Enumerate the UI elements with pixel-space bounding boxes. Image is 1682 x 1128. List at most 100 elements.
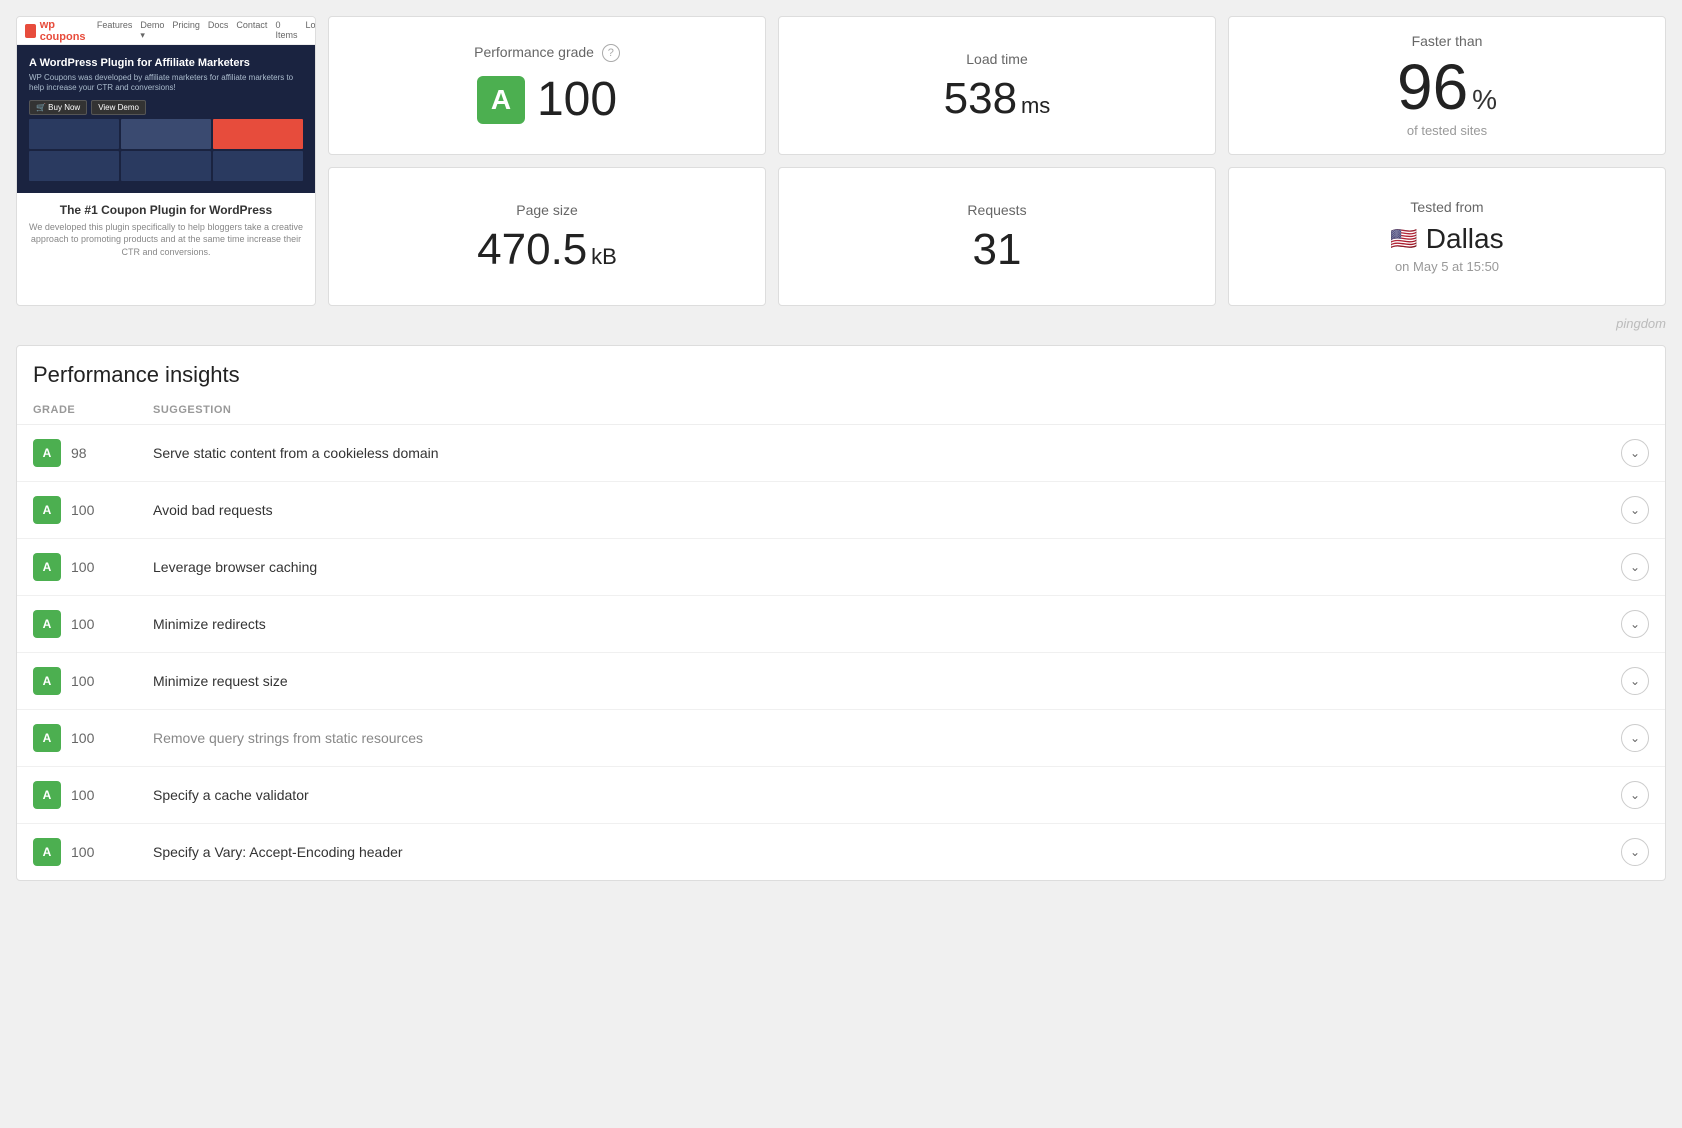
nav-link: Features bbox=[97, 20, 133, 41]
insight-suggestion: Specify a Vary: Accept-Encoding header bbox=[153, 844, 1609, 860]
insight-grade-badge: A bbox=[33, 439, 61, 467]
expand-button[interactable]: ⌄ bbox=[1621, 553, 1649, 581]
insight-suggestion: Remove query strings from static resourc… bbox=[153, 730, 1609, 746]
preview-nav: wp coupons Features Demo ▾ Pricing Docs … bbox=[17, 17, 315, 45]
grade-cell: A 100 bbox=[33, 553, 153, 581]
expand-button[interactable]: ⌄ bbox=[1621, 610, 1649, 638]
insight-suggestion: Specify a cache validator bbox=[153, 787, 1609, 803]
site-logo: wp coupons bbox=[25, 19, 89, 43]
insight-grade-badge: A bbox=[33, 838, 61, 866]
page-size-label: Page size bbox=[516, 202, 577, 218]
insight-score: 100 bbox=[71, 502, 94, 518]
insight-suggestion: Minimize redirects bbox=[153, 616, 1609, 632]
expand-button[interactable]: ⌄ bbox=[1621, 439, 1649, 467]
screen-thumb-3 bbox=[213, 119, 303, 149]
grade-cell: A 100 bbox=[33, 496, 153, 524]
insights-section: Performance insights GRADE SUGGESTION A … bbox=[16, 345, 1666, 881]
expand-button[interactable]: ⌄ bbox=[1621, 838, 1649, 866]
tested-from-date: on May 5 at 15:50 bbox=[1395, 259, 1499, 274]
preview-caption: The #1 Coupon Plugin for WordPress bbox=[29, 203, 303, 217]
grade-cell: A 98 bbox=[33, 439, 153, 467]
insight-grade-badge: A bbox=[33, 724, 61, 752]
nav-link: Login bbox=[305, 20, 316, 41]
insight-score: 98 bbox=[71, 445, 87, 461]
nav-link: 0 Items bbox=[275, 20, 297, 41]
requests-card: Requests 31 bbox=[778, 167, 1216, 306]
preview-text: The #1 Coupon Plugin for WordPress We de… bbox=[17, 193, 315, 269]
hero-description: WP Coupons was developed by affiliate ma… bbox=[29, 73, 303, 94]
logo-text: wp coupons bbox=[40, 19, 89, 43]
insight-row[interactable]: A 100 Minimize redirects ⌄ bbox=[17, 596, 1665, 653]
grade-cell: A 100 bbox=[33, 838, 153, 866]
insight-suggestion: Avoid bad requests bbox=[153, 502, 1609, 518]
insight-grade-badge: A bbox=[33, 496, 61, 524]
metrics-grid: Performance grade ? A 100 Load time 538 … bbox=[328, 16, 1666, 306]
screen-thumb-4 bbox=[29, 151, 119, 181]
expand-button[interactable]: ⌄ bbox=[1621, 781, 1649, 809]
nav-links: Features Demo ▾ Pricing Docs Contact 0 I… bbox=[97, 20, 316, 41]
insight-row[interactable]: A 100 Leverage browser caching ⌄ bbox=[17, 539, 1665, 596]
insight-score: 100 bbox=[71, 673, 94, 689]
nav-link: Docs bbox=[208, 20, 229, 41]
expand-button[interactable]: ⌄ bbox=[1621, 667, 1649, 695]
nav-link: Demo ▾ bbox=[140, 20, 164, 41]
grade-score: 100 bbox=[537, 72, 617, 127]
insight-score: 100 bbox=[71, 844, 94, 860]
requests-label: Requests bbox=[967, 202, 1026, 218]
insight-row[interactable]: A 100 Minimize request size ⌄ bbox=[17, 653, 1665, 710]
screen-thumb-2 bbox=[121, 119, 211, 149]
insights-title: Performance insights bbox=[17, 346, 1665, 396]
insight-score: 100 bbox=[71, 787, 94, 803]
insight-row[interactable]: A 100 Avoid bad requests ⌄ bbox=[17, 482, 1665, 539]
expand-button[interactable]: ⌄ bbox=[1621, 724, 1649, 752]
help-icon[interactable]: ? bbox=[602, 44, 620, 62]
buy-button: 🛒 Buy Now bbox=[29, 100, 87, 115]
faster-than-card: Faster than 96 % of tested sites bbox=[1228, 16, 1666, 155]
insight-suggestion: Leverage browser caching bbox=[153, 559, 1609, 575]
flag-icon: 🇺🇸 bbox=[1390, 226, 1417, 252]
insight-row[interactable]: A 100 Specify a cache validator ⌄ bbox=[17, 767, 1665, 824]
page-size-value: 470.5 kB bbox=[477, 228, 617, 272]
tested-from-location: 🇺🇸 Dallas bbox=[1390, 223, 1503, 255]
logo-icon bbox=[25, 24, 36, 38]
tested-from-card: Tested from 🇺🇸 Dallas on May 5 at 15:50 bbox=[1228, 167, 1666, 306]
hero-title: A WordPress Plugin for Affiliate Markete… bbox=[29, 57, 303, 69]
grade-cell: A 100 bbox=[33, 667, 153, 695]
load-time-card: Load time 538 ms bbox=[778, 16, 1216, 155]
screen-thumb-6 bbox=[213, 151, 303, 181]
performance-grade-label: Performance grade ? bbox=[474, 44, 620, 62]
load-time-value: 538 ms bbox=[944, 77, 1051, 121]
page-size-card: Page size 470.5 kB bbox=[328, 167, 766, 306]
grade-cell: A 100 bbox=[33, 610, 153, 638]
preview-subcaption: We developed this plugin specifically to… bbox=[29, 221, 303, 259]
insight-row[interactable]: A 100 Specify a Vary: Accept-Encoding he… bbox=[17, 824, 1665, 880]
nav-link: Pricing bbox=[172, 20, 200, 41]
load-time-label: Load time bbox=[966, 51, 1027, 67]
requests-value: 31 bbox=[973, 228, 1022, 272]
insight-suggestion: Minimize request size bbox=[153, 673, 1609, 689]
grade-column-header: GRADE bbox=[33, 404, 153, 416]
grade-badge: A bbox=[477, 76, 525, 124]
insight-grade-badge: A bbox=[33, 667, 61, 695]
faster-than-label: Faster than bbox=[1412, 33, 1483, 49]
insight-grade-badge: A bbox=[33, 610, 61, 638]
insight-score: 100 bbox=[71, 730, 94, 746]
insight-row[interactable]: A 98 Serve static content from a cookiel… bbox=[17, 425, 1665, 482]
insight-grade-badge: A bbox=[33, 553, 61, 581]
tested-from-label: Tested from bbox=[1410, 199, 1483, 215]
screen-thumb-1 bbox=[29, 119, 119, 149]
tested-from-city: Dallas bbox=[1426, 223, 1504, 255]
faster-than-value: 96 % bbox=[1397, 55, 1497, 119]
demo-button: View Demo bbox=[91, 100, 146, 115]
grade-cell: A 100 bbox=[33, 724, 153, 752]
hero-buttons: 🛒 Buy Now View Demo bbox=[29, 100, 303, 115]
preview-screens bbox=[29, 119, 303, 181]
expand-button[interactable]: ⌄ bbox=[1621, 496, 1649, 524]
performance-grade-card: Performance grade ? A 100 bbox=[328, 16, 766, 155]
suggestion-column-header: SUGGESTION bbox=[153, 404, 1609, 416]
preview-hero: A WordPress Plugin for Affiliate Markete… bbox=[17, 45, 315, 193]
screen-thumb-5 bbox=[121, 151, 211, 181]
insight-row[interactable]: A 100 Remove query strings from static r… bbox=[17, 710, 1665, 767]
grade-cell: A 100 bbox=[33, 781, 153, 809]
pingdom-watermark: pingdom bbox=[0, 314, 1682, 337]
